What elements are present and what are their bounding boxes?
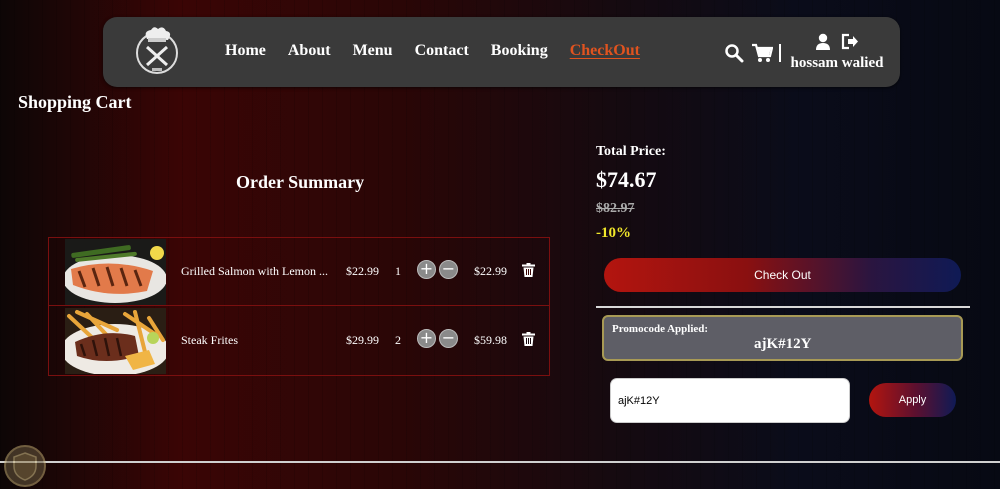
item-quantity: 2: [395, 333, 401, 347]
item-quantity: 1: [395, 264, 401, 278]
minus-icon[interactable]: −: [439, 329, 458, 348]
chef-logo-icon[interactable]: [133, 25, 181, 77]
nav-booking[interactable]: Booking: [491, 42, 548, 60]
page-title: Shopping Cart: [18, 92, 132, 112]
footer-divider: [0, 461, 1000, 463]
shield-icon: [4, 445, 46, 487]
minus-icon[interactable]: −: [439, 260, 458, 279]
cart-row: Steak Frites $29.99 2 + − $59.98: [49, 307, 549, 375]
promo-code-input[interactable]: [610, 378, 850, 423]
cart-row: Grilled Salmon with Lemon ... $22.99 1 +…: [49, 238, 549, 306]
checkout-button[interactable]: Check Out: [604, 258, 961, 292]
promo-applied-code: ajK#12Y: [754, 336, 812, 352]
plus-icon[interactable]: +: [417, 260, 436, 279]
plus-icon[interactable]: +: [417, 329, 436, 348]
trash-icon[interactable]: [522, 332, 535, 346]
nav-menu[interactable]: Menu: [353, 42, 393, 60]
cart-table: Grilled Salmon with Lemon ... $22.99 1 +…: [48, 237, 550, 376]
search-icon[interactable]: [723, 43, 745, 63]
quantity-stepper: + −: [417, 260, 458, 279]
nav-about[interactable]: About: [288, 42, 331, 60]
apply-button[interactable]: Apply: [869, 383, 956, 417]
nav-divider: [779, 44, 781, 62]
nav-home[interactable]: Home: [225, 42, 266, 60]
promo-applied-label: Promocode Applied:: [612, 323, 709, 335]
salmon-dish-image: [65, 239, 166, 305]
item-price: $22.99: [346, 264, 379, 278]
navbar: Home About Menu Contact Booking CheckOut: [103, 17, 900, 87]
original-price: $82.97: [596, 201, 635, 216]
nav-links: Home About Menu Contact Booking CheckOut: [225, 42, 662, 60]
item-name[interactable]: Steak Frites: [181, 333, 333, 348]
nav-checkout[interactable]: CheckOut: [570, 42, 640, 60]
user-block: hossam walied: [789, 33, 885, 72]
item-total: $22.99: [474, 264, 507, 278]
trash-icon[interactable]: [522, 263, 535, 277]
item-price: $29.99: [346, 333, 379, 347]
nav-contact[interactable]: Contact: [415, 42, 469, 60]
item-total: $59.98: [474, 333, 507, 347]
item-name[interactable]: Grilled Salmon with Lemon ...: [181, 264, 333, 279]
user-icon[interactable]: [815, 33, 831, 50]
divider: [596, 306, 970, 308]
user-name[interactable]: hossam walied: [789, 55, 885, 72]
promo-applied-box: Promocode Applied: ajK#12Y: [602, 315, 963, 361]
nav-icons: [723, 43, 779, 63]
cart-icon[interactable]: [751, 43, 773, 63]
total-price-label: Total Price:: [596, 144, 666, 159]
order-summary-title: Order Summary: [236, 172, 365, 192]
discount-badge: -10%: [596, 225, 631, 241]
logout-icon[interactable]: [841, 33, 859, 50]
total-price: $74.67: [596, 167, 657, 192]
quantity-stepper: + −: [417, 329, 458, 348]
steak-frites-image: [65, 308, 166, 374]
